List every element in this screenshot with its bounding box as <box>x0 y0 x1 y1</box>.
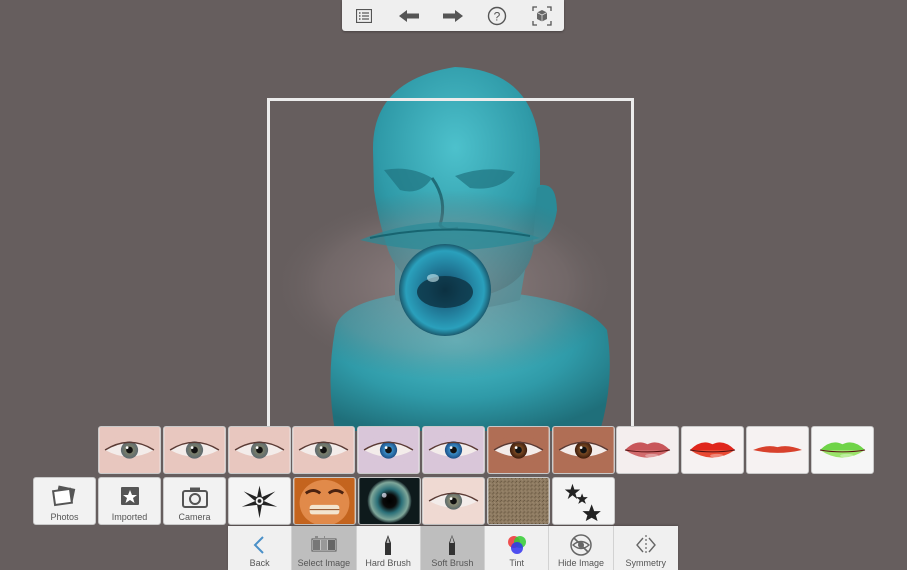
image-thumbnail-eye[interactable] <box>227 426 291 474</box>
photos-icon <box>50 484 80 510</box>
image-thumbnail-lips-thin[interactable] <box>746 426 809 474</box>
hard-brush-button[interactable]: Hard Brush <box>357 526 421 570</box>
source-label: Imported <box>111 512 148 522</box>
source-imported-button[interactable]: Imported <box>98 477 161 525</box>
action-label: Back <box>249 558 270 568</box>
undo-arrow-icon[interactable] <box>395 4 423 28</box>
image-thumbnail-lips-green[interactable] <box>810 426 874 474</box>
select-image-button[interactable]: Select Image <box>292 526 357 570</box>
action-label: Hide Image <box>557 558 604 568</box>
symmetry-button[interactable]: Symmetry <box>614 526 678 570</box>
image-thumbnail-eye-blue[interactable] <box>422 426 485 474</box>
action-label: Select Image <box>297 558 351 568</box>
hard-brush-icon <box>375 533 401 557</box>
image-thumbnail-texture[interactable] <box>487 477 551 525</box>
image-thumbnail-lips[interactable] <box>616 426 680 474</box>
image-thumbnail-face[interactable] <box>292 477 356 525</box>
source-label: Camera <box>178 512 211 522</box>
sculpt-viewport[interactable] <box>0 31 907 438</box>
image-thumbnail-lips-red[interactable] <box>681 426 745 474</box>
image-thumbnail-eye-brown[interactable] <box>486 426 550 474</box>
action-label: Hard Brush <box>365 558 411 568</box>
soft-brush-button[interactable]: Soft Brush <box>420 526 486 570</box>
list-icon[interactable] <box>350 4 378 28</box>
action-label: Soft Brush <box>431 558 474 568</box>
hide-eye-icon <box>568 533 594 557</box>
fit-view-icon[interactable] <box>528 4 556 28</box>
tint-icon <box>504 533 530 557</box>
image-strip-icon <box>311 533 337 557</box>
help-icon[interactable]: ? <box>483 4 511 28</box>
image-selection-frame[interactable] <box>267 98 634 438</box>
camera-icon <box>180 484 210 510</box>
image-thumbnail-eye-blue[interactable] <box>357 426 421 474</box>
image-thumbnail-eye[interactable] <box>98 426 161 474</box>
top-toolbar: ? <box>342 0 564 31</box>
tint-button[interactable]: Tint <box>485 526 550 570</box>
star-box-icon <box>115 484 145 510</box>
image-thumbnail-tribal[interactable] <box>228 477 291 525</box>
back-chevron-icon <box>247 533 273 557</box>
svg-text:?: ? <box>494 9 501 23</box>
action-label: Symmetry <box>625 558 666 568</box>
image-thumbnail-eye[interactable] <box>162 426 226 474</box>
back-button[interactable]: Back <box>228 526 293 570</box>
image-thumbnail-eye[interactable] <box>292 426 356 474</box>
soft-brush-icon <box>439 533 465 557</box>
image-thumbnail-stars[interactable] <box>552 477 615 525</box>
action-bar: Back Select Image Hard Brush Soft Brush Tint… <box>228 526 678 570</box>
image-thumbnail-eye-light[interactable] <box>422 477 486 525</box>
source-camera-button[interactable]: Camera <box>163 477 226 525</box>
action-label: Tint <box>509 558 525 568</box>
redo-arrow-icon[interactable] <box>439 4 467 28</box>
symmetry-icon <box>633 533 659 557</box>
image-thumbnail-iris[interactable] <box>357 477 421 525</box>
source-photos-button[interactable]: Photos <box>33 477 96 525</box>
hide-image-button[interactable]: Hide Image <box>549 526 614 570</box>
source-label: Photos <box>50 512 79 522</box>
image-thumbnail-eye-brown[interactable] <box>551 426 615 474</box>
